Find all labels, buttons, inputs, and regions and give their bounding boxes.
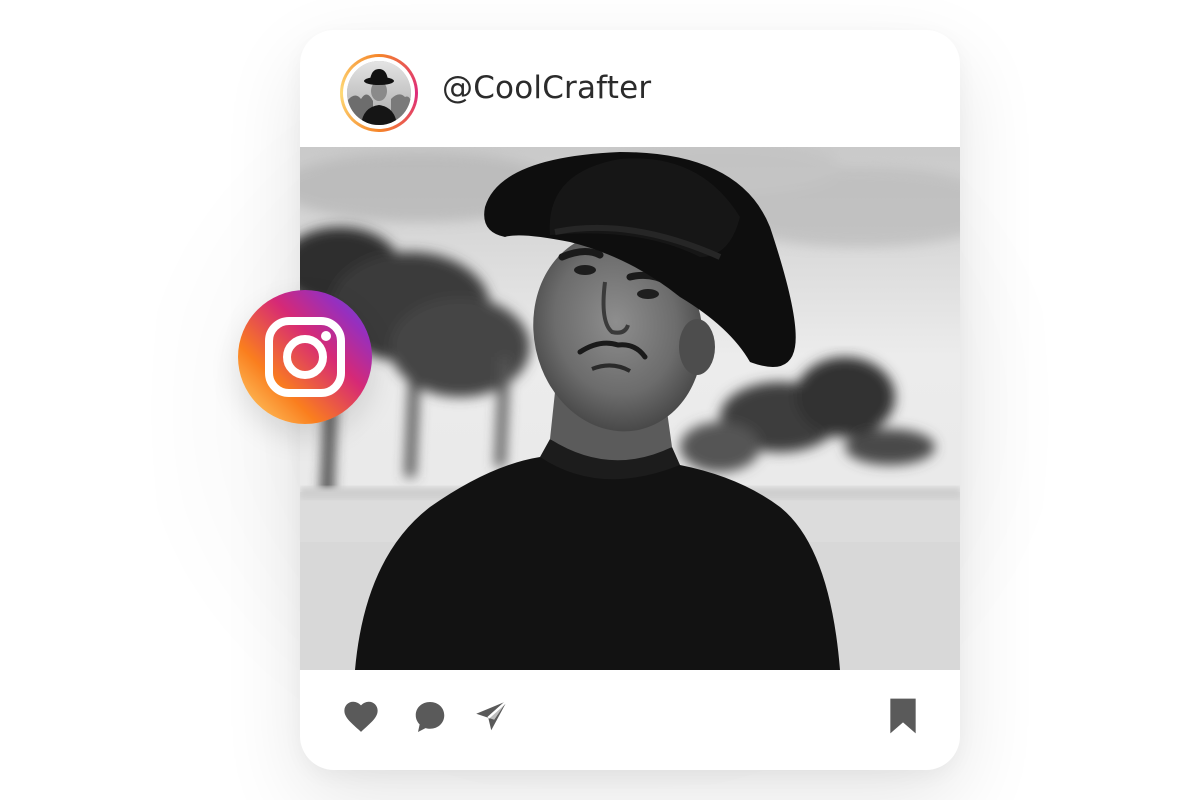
bookmark-icon[interactable] bbox=[886, 697, 920, 739]
username[interactable]: @CoolCrafter bbox=[442, 70, 651, 106]
heart-icon[interactable] bbox=[342, 698, 380, 738]
comment-icon[interactable] bbox=[412, 699, 448, 739]
avatar-border bbox=[343, 57, 415, 129]
send-icon[interactable] bbox=[474, 698, 510, 738]
post-header: @CoolCrafter bbox=[300, 30, 960, 147]
avatar[interactable] bbox=[340, 54, 418, 132]
post-actions bbox=[300, 670, 960, 770]
post-image bbox=[300, 147, 960, 670]
instagram-icon bbox=[238, 290, 372, 424]
avatar-image bbox=[347, 61, 411, 125]
instagram-post-card: @CoolCrafter bbox=[300, 30, 960, 770]
